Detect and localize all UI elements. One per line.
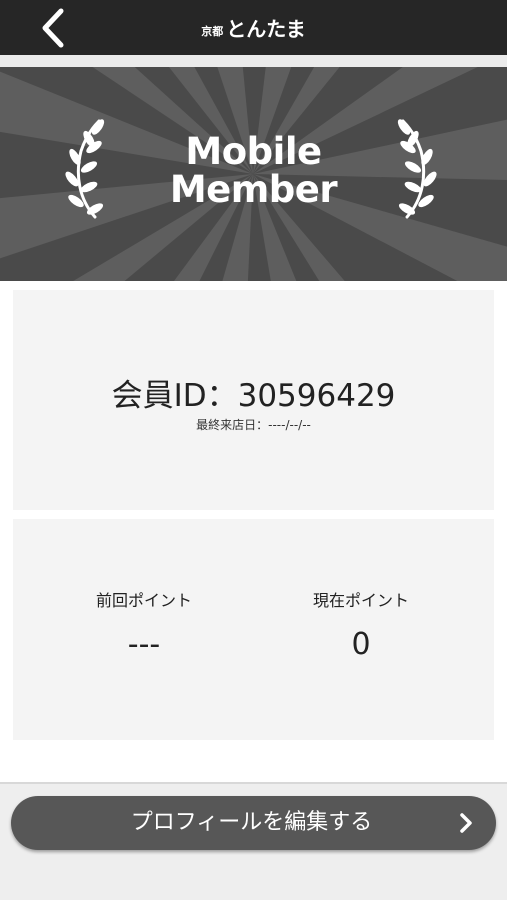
top-header: 京都 とんたま (0, 0, 507, 55)
banner-title: Mobile Member (0, 133, 507, 209)
current-points-label: 現在ポイント (312, 591, 409, 610)
app-screen: 京都 とんたま Mobile Member 会員ID：30596429 最終来店… (0, 0, 507, 900)
chevron-left-icon (42, 8, 64, 48)
banner-title-line2: Member (169, 168, 338, 211)
edit-profile-label: プロフィールを編集する (130, 810, 373, 835)
header-divider (0, 55, 507, 67)
last-visit-date: 最終来店日：----/--/-- (196, 418, 311, 432)
brand-logo: 京都 とんたま (201, 19, 305, 39)
points-card: 前回ポイント --- 現在ポイント 0 (13, 519, 494, 740)
banner-title-line1: Mobile (185, 130, 322, 173)
brand-name: とんたま (226, 16, 306, 41)
edit-profile-button[interactable]: プロフィールを編集する (11, 796, 496, 850)
previous-points-value: --- (127, 627, 161, 662)
current-points: 現在ポイント 0 (261, 591, 461, 663)
previous-points-label: 前回ポイント (95, 591, 192, 610)
previous-points: 前回ポイント --- (44, 591, 244, 663)
back-button[interactable] (30, 6, 74, 50)
current-points-value: 0 (351, 627, 371, 662)
mobile-member-banner: Mobile Member (0, 67, 507, 281)
member-id: 会員ID：30596429 (111, 378, 396, 414)
brand-prefix: 京都 (201, 24, 224, 38)
member-id-card: 会員ID：30596429 最終来店日：----/--/-- (13, 290, 494, 510)
chevron-right-icon (460, 813, 472, 833)
